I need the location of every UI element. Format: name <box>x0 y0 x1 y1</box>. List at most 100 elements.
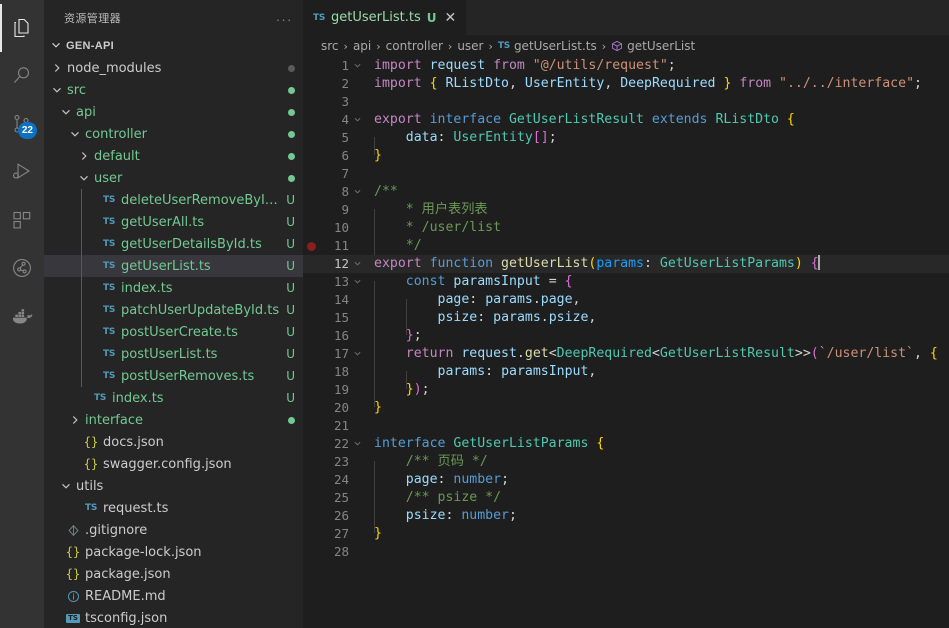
tree-folder-utils[interactable]: utils <box>44 475 303 497</box>
breadcrumb-item-src[interactable]: src <box>321 39 339 53</box>
code-text: /** 页码 */ <box>374 454 488 479</box>
explorer-title: 资源管理器 <box>64 11 121 25</box>
tree-file-getuserlist-ts[interactable]: TS getUserList.ts U <box>44 255 303 277</box>
chevron-down-icon[interactable] <box>50 84 64 96</box>
tree-file-deleteuserremovebyid-ts[interactable]: TS deleteUserRemoveById.ts U <box>44 189 303 211</box>
chevron-right-icon[interactable] <box>50 62 64 74</box>
tree-file-postuserlist-ts[interactable]: TS postUserList.ts U <box>44 343 303 365</box>
code-line[interactable]: 24 page: number; <box>303 471 949 497</box>
tree-folder-src[interactable]: src <box>44 79 303 101</box>
tree-folder-default[interactable]: default <box>44 145 303 167</box>
code-line[interactable]: 4 export interface GetUserListResult exte… <box>303 111 949 129</box>
tree-file-getuserdetailsbyid-ts[interactable]: TS getUserDetailsById.ts U <box>44 233 303 255</box>
chevron-right-icon[interactable] <box>77 150 91 162</box>
activity-bar-item-git-graph[interactable] <box>0 244 44 292</box>
line-number: 12 <box>333 256 349 271</box>
activity-bar-item-docker[interactable] <box>0 292 44 340</box>
explorer-actions[interactable]: ... <box>276 10 293 26</box>
chevron-down-icon[interactable] <box>59 480 73 492</box>
activity-bar-item-search[interactable] <box>0 52 44 100</box>
tree-root-gen-api[interactable]: GEN-API <box>44 35 303 57</box>
fold-chevron-icon[interactable] <box>349 273 366 291</box>
tree-file-index-ts[interactable]: TS index.ts U <box>44 387 303 409</box>
code-line[interactable]: 17 return request.get<DeepRequired<GetUs… <box>303 345 949 371</box>
tree-folder-user[interactable]: user <box>44 167 303 189</box>
code-line[interactable]: 6} <box>303 147 949 165</box>
code-line[interactable]: 10 * /user/list <box>303 219 949 245</box>
tree-file-getuserall-ts[interactable]: TS getUserAll.ts U <box>44 211 303 233</box>
breadcrumb-item-api[interactable]: api <box>353 39 371 53</box>
tree-file-patchuserupdatebyid-ts[interactable]: TS patchUserUpdateById.ts U <box>44 299 303 321</box>
file-tree[interactable]: GEN-API node_modules src api controller defa… <box>44 35 303 628</box>
fold-chevron-icon[interactable] <box>349 57 366 75</box>
code-line[interactable]: 1 import request from "@/utils/request"; <box>303 57 949 75</box>
breadcrumb-item-getuserlist-ts[interactable]: TS getUserList.ts <box>498 39 597 53</box>
code-line[interactable]: 23 /** 页码 */ <box>303 453 949 479</box>
tree-folder-node-modules[interactable]: node_modules <box>44 57 303 79</box>
activity-bar-item-source-control[interactable]: 22 <box>0 100 44 148</box>
code-line[interactable]: 21 <box>303 417 949 435</box>
code-line[interactable]: 20} <box>303 399 949 417</box>
close-icon[interactable]: ✕ <box>445 11 457 25</box>
tree-file-postuserremoves-ts[interactable]: TS postUserRemoves.ts U <box>44 365 303 387</box>
tree-file-index-ts[interactable]: TS index.ts U <box>44 277 303 299</box>
chevron-down-icon[interactable] <box>59 106 73 118</box>
code-line[interactable]: 8 /** <box>303 183 949 201</box>
tree-file-package-lock-json[interactable]: {} package-lock.json <box>44 541 303 563</box>
fold-chevron-icon[interactable] <box>349 345 366 363</box>
code-line[interactable]: 14 page: params.page, <box>303 291 949 317</box>
fold-chevron-icon[interactable] <box>349 183 366 201</box>
tree-folder-interface[interactable]: interface <box>44 409 303 431</box>
activity-bar-item-explorer[interactable] <box>0 4 44 52</box>
tree-file-postusercreate-ts[interactable]: TS postUserCreate.ts U <box>44 321 303 343</box>
readme-file-icon <box>64 590 82 603</box>
breadcrumb-item-getuserlist[interactable]: getUserList <box>611 39 695 53</box>
code-line[interactable]: 15 psize: params.psize, <box>303 309 949 335</box>
tree-file-readme-md[interactable]: README.md <box>44 585 303 607</box>
code-line[interactable]: 25 /** psize */ <box>303 489 949 515</box>
code-line[interactable]: 26 psize: number; <box>303 507 949 533</box>
code-line[interactable]: 13 const paramsInput = { <box>303 273 949 299</box>
code-line[interactable]: 19 }); <box>303 381 949 407</box>
code-line[interactable]: 11 */ <box>303 237 949 263</box>
breadcrumb-item-user[interactable]: user <box>457 39 483 53</box>
code-line[interactable]: 2 import { RListDto, UserEntity, DeepRequ… <box>303 75 949 93</box>
line-number: 9 <box>341 202 349 217</box>
activity-bar-item-run-and-debug[interactable] <box>0 148 44 196</box>
fold-chevron-icon[interactable] <box>349 255 366 273</box>
tree-file--gitignore[interactable]: .gitignore <box>44 519 303 541</box>
tree-file-docs-json[interactable]: {} docs.json <box>44 431 303 453</box>
editor-tab-getuserlist[interactable]: TS getUserList.ts U ✕ <box>303 0 468 35</box>
chevron-right-icon[interactable] <box>68 414 82 426</box>
chevron-down-icon[interactable] <box>68 128 82 140</box>
tree-file-tsconfig-json[interactable]: TS tsconfig.json <box>44 607 303 628</box>
line-number: 5 <box>341 130 349 145</box>
code-line[interactable]: 28 <box>303 543 949 561</box>
tree-folder-api[interactable]: api <box>44 101 303 123</box>
code-line[interactable]: 18 params: paramsInput, <box>303 363 949 389</box>
more-actions-icon[interactable]: ... <box>276 10 293 26</box>
breadcrumb[interactable]: src › api › controller › user › TS getUserList.ts… <box>303 35 949 57</box>
code-line[interactable]: 22 interface GetUserListParams { <box>303 435 949 453</box>
tree-file-package-json[interactable]: {} package.json <box>44 563 303 585</box>
code-line[interactable]: 12 export function getUserList(params: Ge… <box>303 254 949 273</box>
tree-item-label: getUserList.ts <box>121 258 211 274</box>
code-line[interactable]: 5 data: UserEntity[]; <box>303 129 949 155</box>
code-line[interactable]: 27} <box>303 525 949 543</box>
code-line[interactable]: 7 <box>303 165 949 183</box>
editor-tab-git-status: U <box>426 10 437 25</box>
code-line[interactable]: 9 * 用户表列表 <box>303 201 949 227</box>
activity-bar-item-extensions[interactable] <box>0 196 44 244</box>
tree-folder-controller[interactable]: controller <box>44 123 303 145</box>
breadcrumb-item-controller[interactable]: controller <box>386 39 443 53</box>
tree-file-request-ts[interactable]: TS request.ts <box>44 497 303 519</box>
code-line[interactable]: 16 }; <box>303 327 949 353</box>
line-number: 8 <box>341 184 349 199</box>
fold-chevron-icon[interactable] <box>349 435 366 453</box>
code-editor[interactable]: 1 import request from "@/utils/request"; 2… <box>303 57 949 628</box>
fold-chevron-icon[interactable] <box>349 111 366 129</box>
breakpoint-icon[interactable] <box>303 241 319 251</box>
chevron-down-icon[interactable] <box>77 172 91 184</box>
code-line[interactable]: 3 <box>303 93 949 111</box>
tree-file-swagger-config-json[interactable]: {} swagger.config.json <box>44 453 303 475</box>
